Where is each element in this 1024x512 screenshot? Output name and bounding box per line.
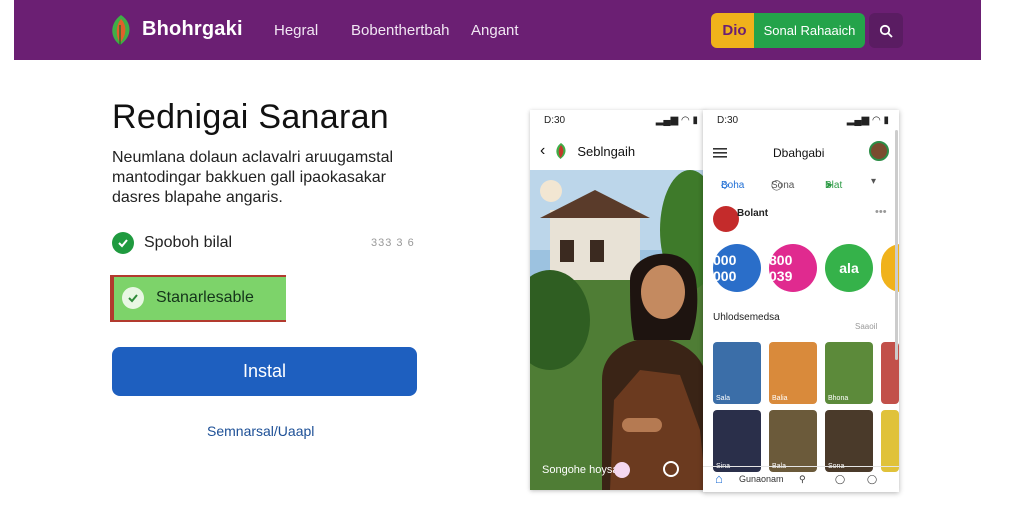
signal-icon: ▂▄▆ ◠ ▮ (846, 115, 889, 126)
page-title: Rednigai Sanaran (112, 98, 389, 136)
install-button[interactable]: Instal (112, 347, 417, 396)
back-arrow-icon[interactable]: ‹ (540, 142, 545, 160)
nav-link-1[interactable]: Hegral (274, 22, 318, 39)
search-icon (879, 24, 893, 38)
stat-bubble-1[interactable]: 000 000 (713, 244, 761, 292)
video-tile[interactable]: Sina (713, 410, 761, 472)
leaf-logo-icon (556, 143, 566, 159)
story-avatar[interactable] (540, 180, 562, 202)
home-icon[interactable]: ⌂ (715, 471, 723, 486)
language-toggle-button[interactable]: Dio (711, 13, 758, 48)
settings-icon[interactable]: ◯ (867, 474, 877, 485)
stable-version-button[interactable]: Stanarlesable (110, 275, 286, 322)
search-button[interactable] (869, 13, 903, 48)
share-icon[interactable] (663, 461, 679, 477)
video-tile[interactable]: Sala (713, 342, 761, 404)
status-time: D:30 (717, 115, 739, 126)
page-description: Neumlana dolaun aclavalri aruugamstal ma… (112, 149, 394, 206)
video-tile[interactable] (881, 410, 899, 472)
leaf-logo-icon[interactable] (106, 13, 136, 47)
video-tile[interactable]: Bala (769, 410, 817, 472)
feature-label: Spoboh bilal (144, 234, 233, 251)
section-title: Uhlodsemedsa (713, 312, 780, 323)
app-title: Dbahgabi (773, 146, 825, 160)
check-icon (122, 286, 144, 309)
bottom-nav: ⌂ Gunaonam ⚲ ◯ ◯ (703, 466, 899, 492)
more-options-icon[interactable]: ••• (875, 206, 887, 218)
phone-mockup-right: D:30 ▂▄▆ ◠ ▮ Dbahgabi ◇ Boha ◯ Sona ➤ Blat … (703, 110, 899, 492)
brand-name[interactable]: Bhohrgaki (142, 18, 243, 41)
check-icon (112, 232, 134, 254)
stable-version-label: Stanarlesable (156, 288, 254, 306)
hamburger-menu-icon[interactable] (713, 148, 727, 158)
section-see-all[interactable]: Saaoil (855, 322, 877, 331)
account-button[interactable]: Sonal Rahaaich (754, 13, 865, 48)
bottom-nav-label[interactable]: Gunaonam (739, 474, 784, 484)
profile-photo (530, 170, 706, 490)
search-icon[interactable]: ⚲ (799, 474, 806, 485)
stat-bubble-3[interactable]: ala (825, 244, 873, 292)
video-tile[interactable]: Sona (825, 410, 873, 472)
phone-mockup-left: D:30 ▂▄▆ ◠ ▮ ‹ Seblngaih Songohe hoysa (530, 110, 706, 490)
top-nav-bar: Bhohrgaki Hegral Bobenthertbah Angant Di… (14, 0, 981, 60)
video-tile[interactable]: Bhona (825, 342, 873, 404)
user-avatar[interactable] (869, 141, 889, 161)
status-bar: D:30 ▂▄▆ ◠ ▮ (530, 110, 706, 132)
card-logo-icon (713, 206, 739, 232)
app-bar: ‹ Seblngaih (530, 132, 706, 170)
scrollbar[interactable] (895, 130, 898, 360)
signal-icon: ▂▄▆ ◠ ▮ (655, 115, 698, 126)
photo-caption: Songohe hoysa (542, 464, 619, 476)
video-tile[interactable]: Balia (769, 342, 817, 404)
feature-check-row: Spoboh bilal (112, 232, 232, 254)
profile-icon[interactable]: ◯ (835, 474, 845, 485)
like-icon[interactable] (614, 462, 630, 478)
stat-bubble-2[interactable]: 800 039 (769, 244, 817, 292)
status-time: D:30 (544, 115, 566, 126)
nav-link-3[interactable]: Angant (471, 22, 519, 39)
bookmark-icon[interactable]: ▾ (871, 176, 876, 187)
card-title: Bolant (737, 208, 769, 219)
secondary-link[interactable]: Semnarsal/Uaapl (207, 423, 314, 439)
tab-bar: ◇ Boha ◯ Sona ➤ Blat ▾ (721, 176, 877, 191)
nav-link-2[interactable]: Bobenthertbah (351, 22, 449, 39)
status-bar: D:30 ▂▄▆ ◠ ▮ (703, 110, 899, 132)
feature-count: 333 3 6 (371, 237, 415, 249)
app-title: Seblngaih (577, 143, 636, 159)
